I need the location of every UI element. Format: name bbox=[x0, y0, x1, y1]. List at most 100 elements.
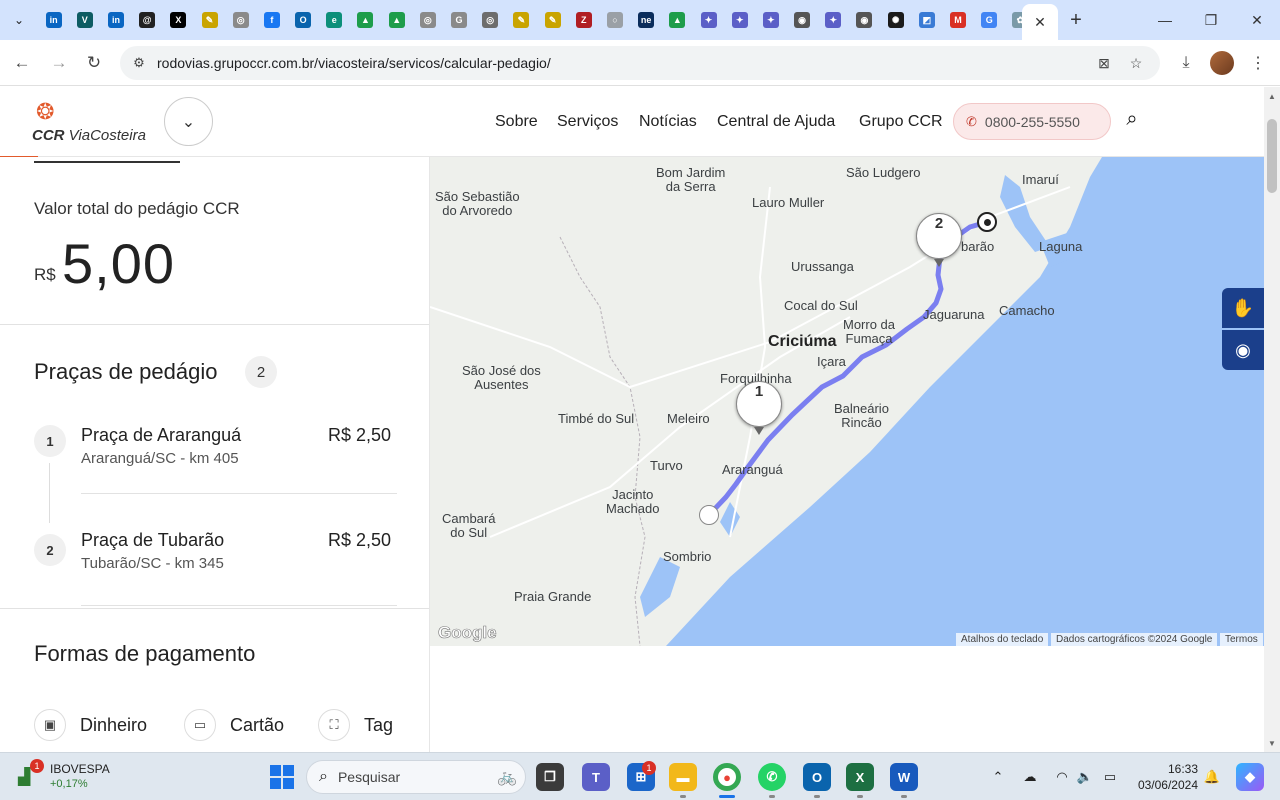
pencil-icon[interactable]: ✎ bbox=[201, 12, 218, 28]
site-settings-icon[interactable]: ⚙ bbox=[130, 54, 148, 72]
reload-icon[interactable]: ↻ bbox=[80, 49, 108, 77]
menu-central-ajuda[interactable]: Central de Ajuda bbox=[717, 113, 835, 131]
zotero-icon[interactable]: Z bbox=[575, 12, 592, 28]
copilot-icon[interactable]: ◆ bbox=[1236, 763, 1264, 791]
back-arrow-icon[interactable]: ← bbox=[8, 49, 36, 77]
forward-arrow-icon[interactable]: → bbox=[45, 49, 73, 77]
maximize-icon[interactable]: ❐ bbox=[1188, 0, 1234, 40]
plaza-location: Tubarão/SC - km 345 bbox=[81, 555, 224, 572]
notification-bell-icon[interactable]: 🔔 bbox=[1202, 767, 1222, 787]
active-tab-close-icon[interactable]: ✕ bbox=[1022, 4, 1058, 40]
menu-noticias[interactable]: Notícias bbox=[639, 113, 697, 131]
chevron-up-icon[interactable]: ⌃ bbox=[988, 767, 1008, 787]
volume-icon[interactable]: 🔈 bbox=[1075, 767, 1095, 787]
total-currency: R$ bbox=[34, 265, 56, 284]
address-bar[interactable]: ⚙ rodovias.grupoccr.com.br/viacosteira/s… bbox=[120, 46, 1160, 80]
ne-icon[interactable]: ne bbox=[638, 12, 655, 28]
new-tab-plus-icon[interactable]: + bbox=[1064, 8, 1088, 32]
phone-button[interactable]: ✆ 0800-255-5550 bbox=[953, 103, 1111, 140]
excel-icon[interactable]: X bbox=[846, 763, 874, 791]
globe-icon[interactable]: ◎ bbox=[419, 12, 436, 28]
menu-sobre[interactable]: Sobre bbox=[495, 113, 538, 131]
scroll-thumb[interactable] bbox=[1267, 119, 1277, 193]
payment-tag[interactable]: ⛶ Tag bbox=[318, 709, 393, 741]
eye-icon[interactable]: ◉ bbox=[1222, 330, 1264, 370]
map-place-label: Cocal do Sul bbox=[784, 298, 858, 313]
more-menu-icon[interactable]: ⋮ bbox=[1246, 51, 1270, 75]
profile-avatar[interactable] bbox=[1210, 51, 1234, 75]
clock[interactable]: 16:33 03/06/2024 bbox=[1136, 761, 1198, 793]
x-icon[interactable]: X bbox=[170, 12, 187, 28]
bookmark-star-icon[interactable]: ☆ bbox=[1126, 53, 1146, 73]
whatsapp-icon[interactable]: ✆ bbox=[758, 763, 786, 791]
toll-plaza-marker[interactable]: 1 bbox=[736, 381, 782, 427]
valor-icon[interactable]: V bbox=[76, 12, 93, 28]
windows-start-icon[interactable] bbox=[270, 765, 294, 789]
globe-icon[interactable]: ◎ bbox=[232, 12, 249, 28]
gmail-icon[interactable]: M bbox=[950, 12, 967, 28]
download-icon[interactable]: ⤓ bbox=[1174, 51, 1198, 75]
onedrive-icon[interactable]: ☁ bbox=[1020, 767, 1040, 787]
menu-grupo-ccr[interactable]: Grupo CCR bbox=[859, 113, 943, 131]
ccr-logo-mark-icon: ❂ bbox=[36, 99, 55, 124]
box-icon[interactable]: ◩ bbox=[918, 12, 935, 28]
threads-icon[interactable]: @ bbox=[139, 12, 156, 28]
linkedin-icon[interactable]: in bbox=[107, 12, 124, 28]
camera-off-icon[interactable]: ⊠ bbox=[1094, 53, 1114, 73]
pencil-icon[interactable]: ✎ bbox=[513, 12, 530, 28]
globe-icon[interactable]: ◉ bbox=[856, 12, 873, 28]
battery-icon[interactable]: ▭ bbox=[1100, 767, 1120, 787]
linkedin-icon[interactable]: in bbox=[45, 12, 62, 28]
sign-language-icon[interactable]: ✋ bbox=[1222, 288, 1264, 328]
chrome-icon[interactable]: ● bbox=[713, 763, 741, 791]
page-scrollbar[interactable]: ▲ ▼ bbox=[1264, 87, 1280, 752]
map-terms-link[interactable]: Termos bbox=[1220, 633, 1263, 646]
teams-icon[interactable]: T bbox=[582, 763, 610, 791]
payment-card[interactable]: ▭ Cartão bbox=[184, 709, 284, 741]
edge-icon[interactable]: e bbox=[326, 12, 343, 28]
task-view-icon[interactable]: ❐ bbox=[536, 763, 564, 791]
taskbar-search[interactable]: ⌕ Pesquisar 🚲 bbox=[306, 760, 526, 794]
route-map[interactable]: Google Atalhos do teclado Dados cartográ… bbox=[430, 157, 1264, 646]
google-icon[interactable]: G bbox=[981, 12, 998, 28]
file-explorer-icon[interactable]: ▬ bbox=[669, 763, 697, 791]
globe-icon[interactable]: ◉ bbox=[794, 12, 811, 28]
route-start-marker[interactable] bbox=[699, 505, 719, 525]
search-icon[interactable]: ⌕ bbox=[1120, 107, 1144, 131]
payment-cash[interactable]: ▣ Dinheiro bbox=[34, 709, 147, 741]
plaza-connector-line bbox=[49, 463, 50, 523]
close-window-icon[interactable]: ✕ bbox=[1234, 0, 1280, 40]
ccr-logo[interactable]: ❂ CCR ViaCosteira bbox=[32, 101, 152, 145]
google-icon[interactable]: G bbox=[451, 12, 468, 28]
apps-script-icon[interactable]: ✦ bbox=[762, 12, 779, 28]
drive-icon[interactable]: ▲ bbox=[669, 12, 686, 28]
route-end-marker[interactable] bbox=[977, 212, 997, 232]
plaza-number-badge: 2 bbox=[34, 534, 66, 566]
drive-icon[interactable]: ▲ bbox=[357, 12, 374, 28]
menu-servicos[interactable]: Serviços bbox=[557, 113, 618, 131]
tab-search-chevron-icon[interactable]: ⌄ bbox=[6, 7, 32, 33]
minimize-icon[interactable]: — bbox=[1142, 0, 1188, 40]
word-icon[interactable]: W bbox=[890, 763, 918, 791]
pencil-icon[interactable]: ✎ bbox=[544, 12, 561, 28]
wifi-icon[interactable]: ◠ bbox=[1052, 767, 1072, 787]
plaza-price: R$ 2,50 bbox=[328, 530, 392, 550]
logo-text: CCR ViaCosteira bbox=[32, 127, 146, 144]
search-icon: ⌕ bbox=[319, 768, 328, 785]
globe-icon[interactable]: ◎ bbox=[482, 12, 499, 28]
apps-script-icon[interactable]: ✦ bbox=[700, 12, 717, 28]
url-text[interactable]: rodovias.grupoccr.com.br/viacosteira/ser… bbox=[157, 55, 551, 71]
scroll-up-icon[interactable]: ▲ bbox=[1264, 89, 1280, 103]
outlook-icon[interactable]: O bbox=[803, 763, 831, 791]
openai-icon[interactable]: ✺ bbox=[887, 12, 904, 28]
facebook-icon[interactable]: f bbox=[263, 12, 280, 28]
scroll-down-icon[interactable]: ▼ bbox=[1264, 736, 1280, 750]
apps-script-icon[interactable]: ✦ bbox=[731, 12, 748, 28]
chevron-down-icon[interactable]: ⌄ bbox=[164, 97, 213, 146]
drive-icon[interactable]: ▲ bbox=[388, 12, 405, 28]
apps-script-icon[interactable]: ✦ bbox=[825, 12, 842, 28]
map-shortcuts-link[interactable]: Atalhos do teclado bbox=[956, 633, 1049, 646]
outlook-icon[interactable]: O bbox=[295, 12, 312, 28]
toll-plaza-marker[interactable]: 2 bbox=[916, 213, 962, 259]
loading-icon[interactable]: ○ bbox=[606, 12, 623, 28]
